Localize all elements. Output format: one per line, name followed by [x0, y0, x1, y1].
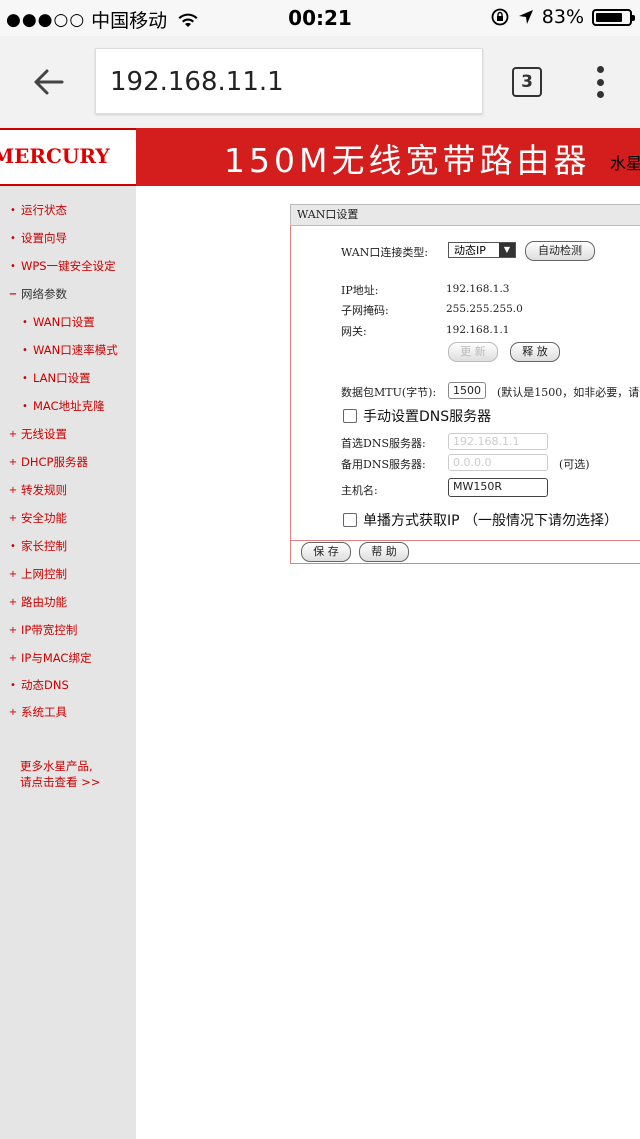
mtu-hint: (默认是1500，如非必要，请勿 — [497, 386, 640, 399]
sidebar-item-mac-clone[interactable]: • MAC地址克隆 — [20, 398, 105, 414]
mtu-input[interactable]: 1500 — [448, 382, 486, 399]
dns2-hint: (可选) — [559, 458, 590, 471]
gateway-label: 网关: — [341, 325, 367, 338]
sidebar-item-routing[interactable]: + 路由功能 — [8, 594, 67, 610]
address-bar[interactable]: 192.168.11.1 — [95, 48, 483, 114]
battery-percent: 83% — [541, 6, 584, 28]
hostname-label: 主机名: — [341, 484, 378, 497]
dns2-input[interactable]: 0.0.0.0 — [448, 454, 548, 471]
release-button[interactable]: 释 放 — [510, 342, 560, 362]
location-icon — [518, 10, 533, 24]
dns2-label: 备用DNS服务器: — [341, 458, 426, 471]
renew-button[interactable]: 更 新 — [448, 342, 498, 362]
ip-value: 192.168.1.3 — [446, 283, 510, 295]
sidebar-item-access-control[interactable]: + 上网控制 — [8, 566, 67, 582]
rotation-lock-icon — [491, 8, 509, 26]
sidebar-item-wireless[interactable]: + 无线设置 — [8, 426, 67, 442]
ip-label: IP地址: — [341, 284, 379, 297]
sidebar-item-lan[interactable]: • LAN口设置 — [20, 370, 91, 386]
wan-settings-panel: WAN口设置 WAN口连接类型: 动态IP ▼ 自动检测 IP地址: 192.16… — [290, 204, 640, 564]
dns1-label: 首选DNS服务器: — [341, 437, 426, 450]
gateway-value: 192.168.1.1 — [446, 324, 510, 336]
sidebar-item-bandwidth[interactable]: + IP带宽控制 — [8, 622, 78, 638]
help-button[interactable]: 帮 助 — [359, 542, 409, 562]
hostname-input[interactable]: MW150R — [448, 478, 548, 497]
sidebar-item-security[interactable]: + 安全功能 — [8, 510, 67, 526]
status-right: 83% — [490, 6, 635, 28]
auto-detect-button[interactable]: 自动检测 — [525, 241, 595, 261]
dropdown-arrow-icon: ▼ — [499, 243, 515, 257]
brand-subtitle: 水星 — [610, 154, 640, 173]
sidebar-item-system-tools[interactable]: + 系统工具 — [8, 704, 67, 720]
brand-logo: MERCURY — [0, 128, 136, 186]
sidebar-item-dhcp[interactable]: + DHCP服务器 — [8, 454, 88, 470]
sidebar-item-ip-mac-binding[interactable]: + IP与MAC绑定 — [8, 650, 92, 666]
panel-footer: 保 存 帮 助 — [290, 538, 640, 564]
router-header: MERCURY 150M无线宽带路由器 水星 — [0, 128, 640, 186]
page-title: 150M无线宽带路由器 — [224, 141, 591, 180]
sidebar-item-wan[interactable]: • WAN口设置 — [20, 314, 95, 330]
more-products-link[interactable]: 更多水星产品, 请点击查看 >> — [20, 758, 100, 790]
sidebar-item-forwarding[interactable]: + 转发规则 — [8, 482, 67, 498]
panel-body: WAN口连接类型: 动态IP ▼ 自动检测 IP地址: 192.168.1.3 子… — [290, 226, 640, 541]
battery-icon — [592, 8, 635, 26]
sidebar-item-network[interactable]: − 网络参数 — [8, 286, 67, 302]
save-button[interactable]: 保 存 — [301, 542, 351, 562]
back-arrow-icon[interactable] — [28, 62, 68, 102]
wan-type-label: WAN口连接类型: — [341, 246, 429, 259]
sidebar-item-wps[interactable]: • WPS一键安全设定 — [8, 258, 116, 274]
sidebar-nav: • 运行状态 • 设置向导 • WPS一键安全设定 − 网络参数 • WAN口设置 • WA… — [0, 186, 136, 1139]
mask-value: 255.255.255.0 — [446, 303, 523, 315]
sidebar-item-wan-speed[interactable]: • WAN口速率模式 — [20, 342, 118, 358]
status-bar: ●●●○○ 中国移动 00:21 83% — [0, 0, 640, 36]
title-banner: 150M无线宽带路由器 水星 — [136, 128, 640, 186]
sidebar-item-status[interactable]: • 运行状态 — [8, 202, 67, 218]
browser-toolbar: 192.168.11.1 3 — [0, 36, 640, 129]
wan-type-select[interactable]: 动态IP ▼ — [448, 242, 516, 258]
panel-title: WAN口设置 — [290, 204, 640, 226]
manual-dns-label: 手动设置DNS服务器 — [363, 409, 492, 425]
unicast-label: 单播方式获取IP （一般情况下请勿选择） — [363, 513, 619, 529]
mask-label: 子网掩码: — [341, 304, 389, 317]
dns1-input[interactable]: 192.168.1.1 — [448, 433, 548, 450]
mtu-label: 数据包MTU(字节): — [341, 386, 437, 399]
sidebar-item-wizard[interactable]: • 设置向导 — [8, 230, 67, 246]
unicast-checkbox[interactable] — [343, 513, 357, 527]
manual-dns-checkbox[interactable] — [343, 409, 357, 423]
more-menu-icon[interactable] — [596, 66, 604, 98]
sidebar-item-parental[interactable]: • 家长控制 — [8, 538, 67, 554]
sidebar-item-ddns[interactable]: • 动态DNS — [8, 677, 69, 693]
tab-switcher-button[interactable]: 3 — [512, 67, 542, 97]
